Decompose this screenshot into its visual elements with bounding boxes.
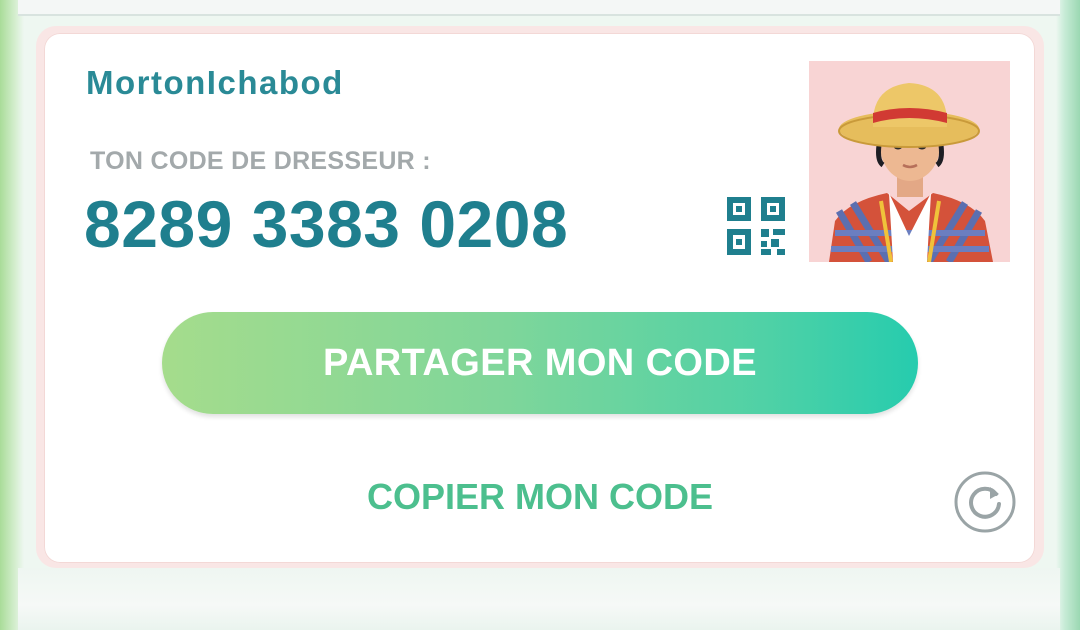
share-code-label: PARTAGER MON CODE: [323, 341, 757, 384]
qr-code-icon[interactable]: [727, 197, 787, 255]
top-bar: [18, 0, 1060, 16]
share-code-button[interactable]: PARTAGER MON CODE: [162, 312, 918, 414]
copy-code-label: COPIER MON CODE: [366, 476, 714, 517]
refresh-icon[interactable]: [953, 470, 1017, 534]
copy-code-button[interactable]: COPIER MON CODE: [330, 476, 750, 518]
trainer-code-value: 8289 3383 0208: [84, 187, 569, 261]
trainer-username: MortonIchabod: [86, 64, 344, 101]
trainer-avatar: [809, 61, 1010, 262]
bottom-area: [18, 568, 1060, 630]
trainer-code-label: TON CODE DE DRESSEUR :: [90, 147, 431, 175]
